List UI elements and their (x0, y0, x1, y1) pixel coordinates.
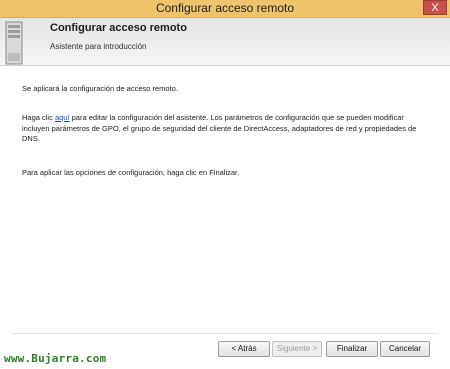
close-button[interactable]: X (423, 0, 447, 15)
edit-instructions: Haga clic aquí para editar la configurac… (22, 113, 427, 145)
apply-message: Se aplicará la configuración de acceso r… (22, 84, 178, 93)
server-icon (5, 21, 23, 65)
cancel-button[interactable]: Cancelar (380, 341, 430, 357)
edit-settings-link[interactable]: aquí (55, 113, 70, 122)
edit-suffix: para editar la configuración del asisten… (22, 113, 417, 143)
wizard-heading: Configurar acceso remoto (50, 22, 187, 34)
window-title: Configurar acceso remoto (155, 1, 295, 15)
finish-instructions: Para aplicar las opciones de configuraci… (22, 168, 240, 177)
wizard-header: Configurar acceso remoto Asistente para … (0, 18, 450, 66)
next-button[interactable]: Siguiente > (272, 341, 322, 357)
finish-button[interactable]: Finalizar (326, 341, 378, 357)
watermark: www.Bujarra.com (4, 352, 107, 365)
back-button[interactable]: < Atrás (218, 341, 270, 357)
wizard-subheading: Asistente para introducción (50, 42, 147, 51)
edit-prefix: Haga clic (22, 113, 55, 122)
footer-divider (12, 333, 438, 334)
window-titlebar: Configurar acceso remoto X (0, 0, 450, 18)
